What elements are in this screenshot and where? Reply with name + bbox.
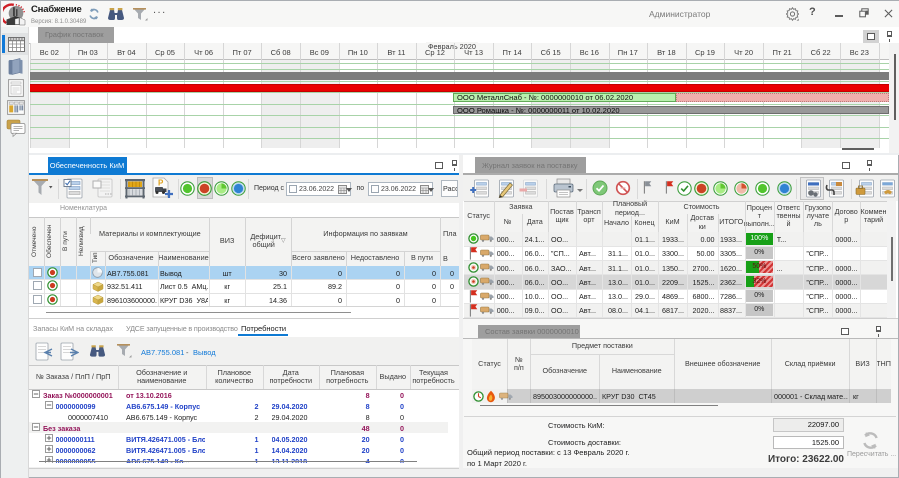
svg-text:P: P [158, 179, 164, 188]
